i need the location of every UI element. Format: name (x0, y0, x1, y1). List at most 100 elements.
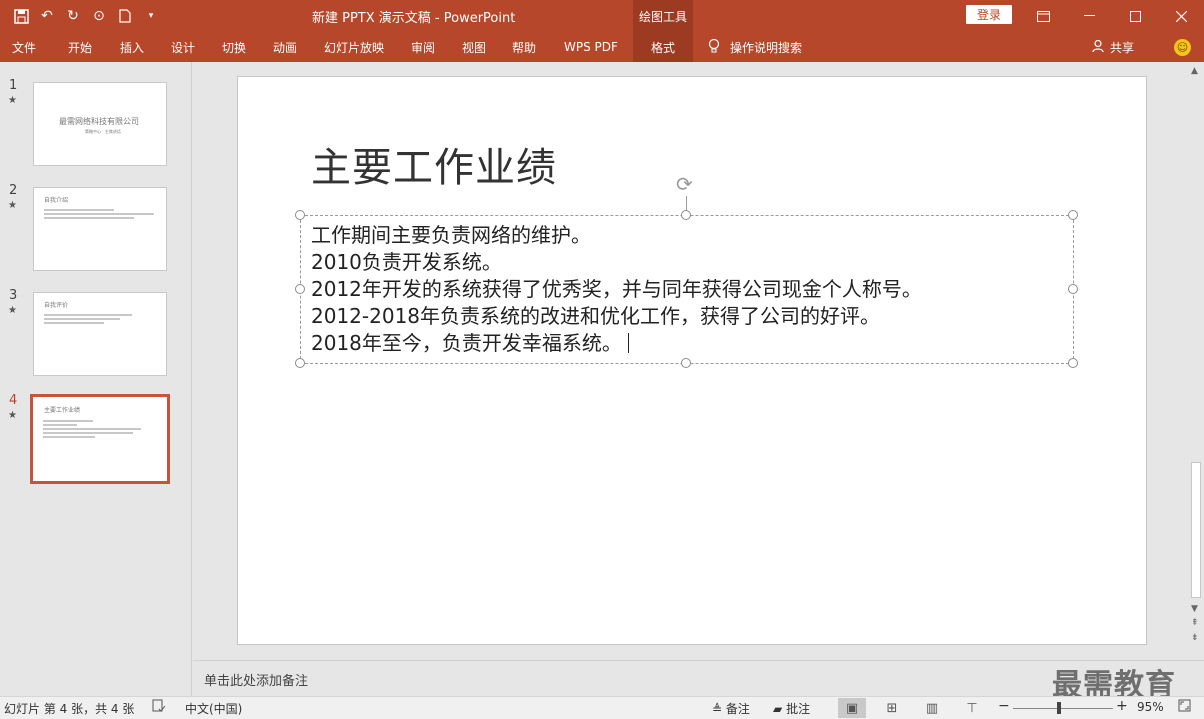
slide-thumbnail-2[interactable]: 自我介绍 (33, 187, 167, 271)
comments-toggle-button[interactable]: ▰ 批注 (773, 700, 810, 717)
quick-access-toolbar: ↶ ↻ ⊙ ▾ (8, 5, 164, 27)
zoom-level[interactable]: 95% (1137, 700, 1164, 714)
content-textbox[interactable]: 工作期间主要负责网络的维护。 2010负责开发系统。 2012年开发的系统获得了… (300, 215, 1074, 364)
thumb-number: 3 (9, 288, 18, 303)
tab-wps-pdf[interactable]: WPS PDF (564, 32, 618, 62)
comments-toggle-label: 批注 (786, 702, 811, 716)
save-icon[interactable] (8, 5, 34, 27)
slide-canvas[interactable]: 主要工作业绩 ⟳ 工作期间主要负责网络的维护。 2010负责开发系统。 2012… (237, 76, 1147, 645)
thumb-subtitle: 策略中心 · 主席讲话 (85, 129, 121, 134)
slideshow-view-icon[interactable]: ⊤ (958, 698, 986, 718)
scroll-up-icon[interactable]: ▲ (1191, 66, 1198, 76)
thumb-text-line (44, 314, 132, 316)
notes-icon: ≜ (712, 702, 723, 716)
text-line: 工作期间主要负责网络的维护。 (311, 223, 591, 247)
resize-handle-bl[interactable] (295, 358, 305, 368)
share-button[interactable]: 共享 (1092, 32, 1134, 62)
normal-view-icon[interactable]: ▣ (838, 698, 866, 718)
resize-handle-r[interactable] (1068, 284, 1078, 294)
present-icon[interactable]: ⊙ (86, 5, 112, 27)
person-icon (1092, 39, 1106, 56)
rotate-handle-icon[interactable]: ⟳ (676, 172, 693, 196)
thumb-text-line (44, 318, 120, 320)
tab-help[interactable]: 帮助 (512, 32, 536, 62)
tab-design[interactable]: 设计 (171, 32, 195, 62)
thumb-text-line (44, 217, 134, 219)
text-caret (627, 333, 629, 353)
animation-star-icon: ★ (8, 95, 17, 106)
slide-thumbnail-3[interactable]: 自我评价 (33, 292, 167, 376)
tab-slideshow[interactable]: 幻灯片放映 (324, 32, 384, 62)
tell-me-search[interactable]: 操作说明搜索 (708, 32, 802, 62)
resize-handle-l[interactable] (295, 284, 305, 294)
language-indicator[interactable]: 中文(中国) (185, 700, 242, 717)
thumb-text-line (43, 424, 77, 426)
lightbulb-icon (708, 38, 720, 57)
next-slide-icon[interactable]: ⇟ (1191, 633, 1199, 643)
zoom-in-icon[interactable]: + (1116, 698, 1128, 714)
tab-file[interactable]: 文件 (12, 32, 36, 62)
thumb-text-line (43, 420, 93, 422)
tab-review[interactable]: 审阅 (411, 32, 435, 62)
comment-icon: ▰ (773, 702, 783, 716)
previous-slide-icon[interactable]: ⇞ (1191, 618, 1199, 628)
slide-thumbnail-1[interactable]: 最需网络科技有限公司 策略中心 · 主席讲话 (33, 82, 167, 166)
notes-toggle-button[interactable]: ≜ 备注 (712, 700, 750, 717)
search-hint-label: 操作说明搜索 (730, 40, 803, 55)
slide-counter: 幻灯片 第 4 张，共 4 张 (4, 702, 135, 716)
fit-to-window-icon[interactable] (1178, 699, 1191, 715)
text-line: 2010负责开发系统。 (311, 250, 502, 274)
scroll-down-icon[interactable]: ▼ (1191, 604, 1198, 614)
text-line: 2018年至今，负责开发幸福系统。 (311, 331, 622, 355)
textbox-content[interactable]: 工作期间主要负责网络的维护。 2010负责开发系统。 2012年开发的系统获得了… (311, 222, 922, 357)
resize-handle-tl[interactable] (295, 210, 305, 220)
tab-home[interactable]: 开始 (68, 32, 92, 62)
tab-insert[interactable]: 插入 (120, 32, 144, 62)
redo-icon[interactable]: ↻ (60, 5, 86, 27)
ribbon-tabs: 文件 开始 插入 设计 切换 动画 幻灯片放映 审阅 视图 帮助 WPS PDF… (0, 32, 1204, 62)
login-button[interactable]: 登录 (966, 5, 1012, 24)
reading-view-icon[interactable]: ▥ (918, 698, 946, 718)
thumb-number: 4 (9, 393, 18, 408)
tab-transitions[interactable]: 切换 (222, 32, 246, 62)
tab-view[interactable]: 视图 (462, 32, 486, 62)
slide-sorter-view-icon[interactable]: ⊞ (878, 698, 906, 718)
ribbon-display-icon[interactable] (1020, 0, 1066, 32)
thumb-number: 1 (9, 78, 18, 93)
thumb-title: 主要工作业绩 (44, 407, 81, 414)
thumb-title: 最需网络科技有限公司 (59, 117, 139, 126)
document-title: 新建 PPTX 演示文稿 - PowerPoint (312, 11, 516, 26)
resize-handle-br[interactable] (1068, 358, 1078, 368)
status-bar: 幻灯片 第 4 张，共 4 张 中文(中国) ≜ 备注 ▰ 批注 ▣ ⊞ ▥ ⊤… (0, 696, 1204, 719)
scrollbar-thumb[interactable] (1191, 462, 1201, 598)
customize-icon[interactable]: ▾ (138, 5, 164, 27)
share-label: 共享 (1110, 40, 1135, 55)
zoom-slider[interactable] (1013, 708, 1113, 709)
thumb-text-line (44, 209, 114, 211)
feedback-smiley-icon[interactable]: ☺ (1174, 39, 1191, 56)
resize-handle-tr[interactable] (1068, 210, 1078, 220)
undo-icon[interactable]: ↶ (34, 5, 60, 27)
slide-thumbnail-4[interactable]: 主要工作业绩 (30, 394, 170, 484)
maximize-icon[interactable] (1112, 0, 1158, 32)
resize-handle-t[interactable] (681, 210, 691, 220)
text-line-last: 2018年至今，负责开发幸福系统。 (311, 330, 922, 357)
thumb-text-line (43, 436, 95, 438)
tab-format[interactable]: 格式 (633, 32, 693, 62)
zoom-slider-knob[interactable] (1057, 702, 1061, 714)
thumb-text-line (43, 432, 133, 434)
zoom-out-icon[interactable]: − (998, 698, 1010, 714)
notes-toggle-label: 备注 (725, 702, 750, 716)
close-icon[interactable] (1158, 0, 1204, 32)
text-line: 2012-2018年负责系统的改进和优化工作，获得了公司的好评。 (311, 304, 881, 328)
minimize-icon[interactable] (1066, 0, 1112, 32)
title-bar: ↶ ↻ ⊙ ▾ 新建 PPTX 演示文稿 - PowerPoint 绘图工具 登… (0, 0, 1204, 32)
resize-handle-b[interactable] (681, 358, 691, 368)
new-icon[interactable] (112, 5, 138, 27)
vertical-scrollbar[interactable]: ▲ ▼ ⇞ ⇟ (1188, 62, 1204, 660)
notes-placeholder[interactable]: 单击此处添加备注 (204, 670, 308, 689)
thumb-text-line (44, 213, 154, 215)
tab-animations[interactable]: 动画 (273, 32, 297, 62)
spell-check-icon[interactable] (152, 699, 166, 716)
slide-title[interactable]: 主要工作业绩 (311, 135, 557, 193)
